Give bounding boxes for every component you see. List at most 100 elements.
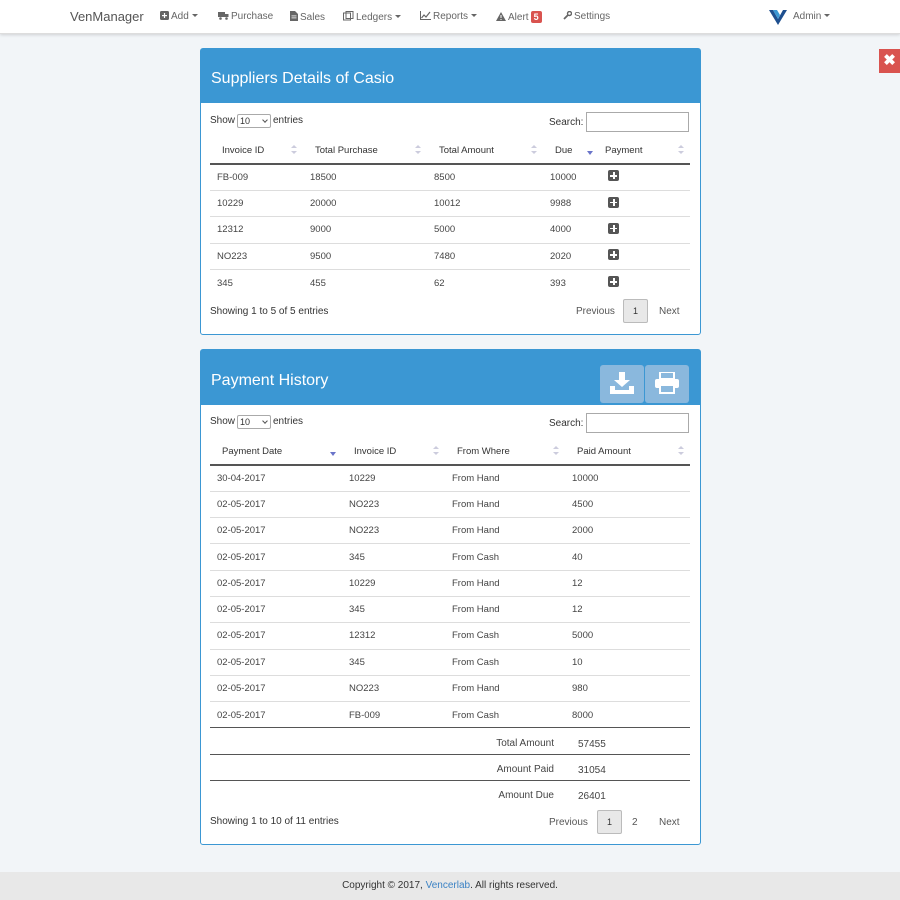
table-cell: 02-05-2017 <box>210 648 342 676</box>
table-row: 02-05-2017 NO223 From Hand 980 <box>210 674 690 702</box>
table-cell: 393 <box>543 269 599 296</box>
table-row: 02-05-2017 FB-009 From Cash 8000 <box>210 701 690 728</box>
table-cell: 980 <box>565 674 690 702</box>
nav-alert[interactable]: Alert 5 <box>496 11 542 23</box>
table-cell: 12 <box>565 595 690 623</box>
plus-square-icon <box>160 11 169 20</box>
table-cell: From Cash <box>445 648 565 676</box>
column-header-due[interactable]: Due <box>543 137 599 165</box>
entries-label: entries <box>273 416 304 427</box>
table-cell: 40 <box>565 543 690 571</box>
chevron-down-icon <box>262 117 268 123</box>
sort-icon <box>678 145 684 155</box>
table-cell: From Hand <box>445 595 565 623</box>
pagination-page-2[interactable]: 2 <box>632 817 638 828</box>
add-payment-icon[interactable] <box>608 196 619 208</box>
search-input[interactable] <box>586 112 689 132</box>
column-header-invoice-id[interactable]: Invoice ID <box>210 137 303 165</box>
column-header-total-amount[interactable]: Total Amount <box>427 137 543 165</box>
table-cell: 9988 <box>543 189 599 217</box>
truck-icon <box>218 12 229 20</box>
table-cell: 10 <box>565 648 690 676</box>
pagination-page-1[interactable]: 1 <box>623 299 648 323</box>
table-cell: 2000 <box>565 517 690 544</box>
pagination-previous[interactable]: Previous <box>549 817 588 828</box>
table-cell: 455 <box>303 269 427 296</box>
payment-cell <box>599 163 690 191</box>
nav-settings[interactable]: Settings <box>563 10 610 22</box>
totals-divider <box>210 727 690 728</box>
wrench-icon <box>563 10 573 20</box>
admin-user-menu[interactable]: Admin <box>793 11 831 22</box>
table-cell: 12 <box>565 569 690 597</box>
file-icon <box>290 11 298 21</box>
nav-reports[interactable]: Reports <box>420 11 478 22</box>
page-size-select[interactable]: 10 <box>237 114 271 128</box>
nav-ledgers[interactable]: Ledgers <box>343 11 402 23</box>
column-header-total-purchase[interactable]: Total Purchase <box>303 137 427 165</box>
download-button[interactable] <box>600 365 644 403</box>
table-cell: 02-05-2017 <box>210 701 342 728</box>
table-cell: 4500 <box>565 490 690 518</box>
download-icon <box>610 372 634 394</box>
table-cell: 02-05-2017 <box>210 490 342 518</box>
table-cell: 02-05-2017 <box>210 517 342 544</box>
column-header-paid-amount[interactable]: Paid Amount <box>565 438 690 466</box>
table-cell: 10229 <box>210 189 303 217</box>
column-header-invoice-id[interactable]: Invoice ID <box>342 438 445 466</box>
search-label: Search: <box>549 418 584 429</box>
table-cell: NO223 <box>342 674 445 702</box>
caret-down-icon <box>191 14 198 17</box>
table-cell: NO223 <box>210 242 303 270</box>
suppliers-panel-header: Suppliers Details of Casio <box>201 49 700 103</box>
add-payment-icon[interactable] <box>608 276 619 287</box>
table-cell: 20000 <box>303 189 427 217</box>
add-payment-icon[interactable] <box>608 170 619 182</box>
suppliers-panel-title: Suppliers Details of Casio <box>211 70 395 87</box>
nav-sales[interactable]: Sales <box>290 11 325 23</box>
book-icon <box>343 11 354 21</box>
table-cell: From Cash <box>445 701 565 728</box>
table-cell: 10012 <box>427 189 543 217</box>
column-header-payment[interactable]: Payment <box>599 137 690 165</box>
nav-purchase[interactable]: Purchase <box>218 11 273 22</box>
pagination-next[interactable]: Next <box>659 306 680 317</box>
search-input[interactable] <box>586 413 689 433</box>
close-icon[interactable]: ✖ <box>879 49 900 73</box>
column-header-payment-date[interactable]: Payment Date <box>210 438 342 466</box>
sort-desc-icon <box>330 452 336 456</box>
table-cell: From Hand <box>445 517 565 544</box>
sort-desc-icon <box>587 151 593 155</box>
table-info: Showing 1 to 5 of 5 entries <box>210 306 329 317</box>
payment-panel-header: Payment History <box>201 350 700 405</box>
caret-down-icon <box>471 14 478 17</box>
pagination-page-1[interactable]: 1 <box>597 810 622 834</box>
table-cell: 02-05-2017 <box>210 595 342 623</box>
table-info: Showing 1 to 10 of 11 entries <box>210 816 339 827</box>
table-cell: 02-05-2017 <box>210 569 342 597</box>
page-footer: Copyright © 2017, Vencerlab. All rights … <box>0 872 900 900</box>
pagination-next[interactable]: Next <box>659 817 680 828</box>
sort-icon <box>433 446 439 456</box>
table-cell: 10000 <box>565 464 690 492</box>
table-row: 02-05-2017 NO223 From Hand 2000 <box>210 517 690 544</box>
brand-link[interactable]: VenManager <box>70 9 144 24</box>
pagination-previous[interactable]: Previous <box>576 306 615 317</box>
table-cell: 12312 <box>210 216 303 244</box>
table-cell: From Cash <box>445 543 565 571</box>
vencerlab-link[interactable]: Vencerlab <box>426 880 470 891</box>
copyright-text: Copyright © 2017, <box>342 880 423 891</box>
search-label: Search: <box>549 117 584 128</box>
add-payment-icon[interactable] <box>608 249 619 261</box>
page-size-select[interactable]: 10 <box>237 415 271 429</box>
add-payment-icon[interactable] <box>608 222 619 234</box>
table-row: 02-05-2017 345 From Cash 40 <box>210 543 690 571</box>
caret-down-icon <box>395 15 402 18</box>
table-cell: 345 <box>342 648 445 676</box>
table-cell: 02-05-2017 <box>210 543 342 571</box>
totals-divider <box>210 780 690 781</box>
nav-add[interactable]: Add <box>160 11 198 22</box>
table-row: 12312 9000 5000 4000 <box>210 216 690 244</box>
column-header-from-where[interactable]: From Where <box>445 438 565 466</box>
print-button[interactable] <box>645 365 689 403</box>
